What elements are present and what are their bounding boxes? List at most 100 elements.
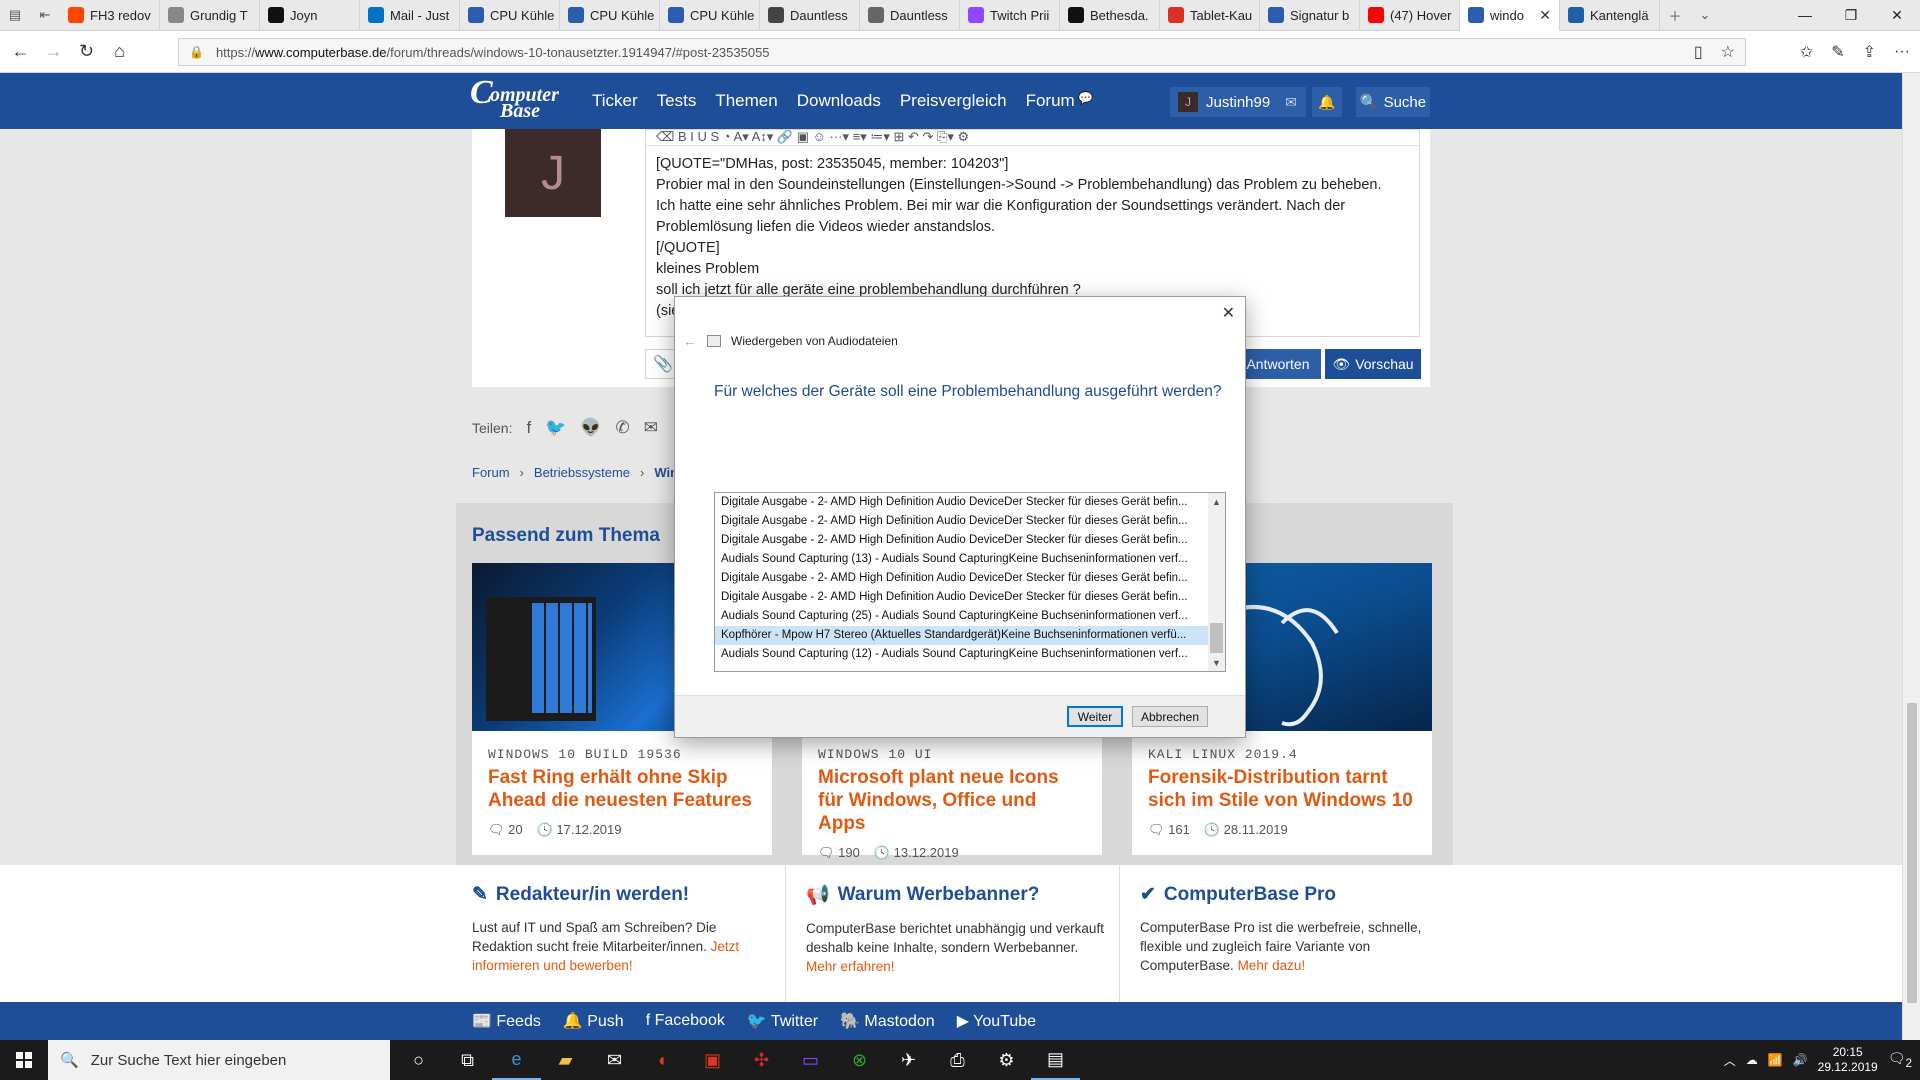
action-center-icon[interactable]: 🗨2 — [1888, 1050, 1912, 1070]
back-arrow-icon[interactable]: ← — [683, 333, 697, 349]
browser-tab[interactable]: (47) Hover — [1360, 0, 1460, 31]
reddit-icon[interactable]: 👽 — [580, 418, 601, 438]
pen-icon[interactable]: ✎ — [1831, 42, 1844, 62]
nav-downloads[interactable]: Downloads — [797, 91, 881, 111]
plane-app-icon[interactable]: ✈ — [884, 1040, 933, 1080]
facebook-icon[interactable]: f — [526, 418, 531, 438]
promo-link[interactable]: Mehr erfahren! — [806, 959, 895, 974]
nav-preisvergleich[interactable]: Preisvergleich — [900, 91, 1007, 111]
footer-link-feeds[interactable]: 📰 Feeds — [472, 1011, 541, 1031]
breadcrumb-betriebssysteme[interactable]: Betriebssysteme — [534, 465, 630, 480]
tab-actions-icon[interactable]: ▤ — [0, 0, 30, 31]
windows-start-icon[interactable] — [0, 1040, 48, 1080]
editor-toolbar[interactable]: ⌫ B I U S ◔ A▾ A↕▾ 🔗 ▣ ☺ ···▾ ≡▾ ≔▾ ⊞ ↶ … — [646, 130, 1419, 146]
browser-tab[interactable]: Grundig T — [160, 0, 260, 31]
browser-tab[interactable]: Mail - Just — [360, 0, 460, 31]
preview-button[interactable]: 👁 Vorschau — [1325, 349, 1421, 379]
printer-app-icon[interactable]: ⎙ — [933, 1040, 982, 1080]
new-tab-icon[interactable]: ＋ — [1660, 0, 1690, 31]
device-list-item[interactable]: Digitale Ausgabe - 2- AMD High Definitio… — [715, 512, 1209, 531]
browser-tab[interactable]: CPU Kühle — [560, 0, 660, 31]
device-list-item[interactable]: Audials Sound Capturing (25) - Audials S… — [715, 607, 1209, 626]
device-list-item[interactable]: Kopfhörer - Mpow H7 Stereo (Aktuelles St… — [715, 626, 1209, 645]
nav-themen[interactable]: Themen — [715, 91, 777, 111]
set-aside-tabs-icon[interactable]: ⇤ — [30, 0, 60, 31]
browser-tab[interactable]: CPU Kühle — [460, 0, 560, 31]
xbox-icon[interactable]: ⊗ — [835, 1040, 884, 1080]
address-bar[interactable]: 🔒 https://www.computerbase.de/forum/thre… — [178, 38, 1746, 66]
browser-tab[interactable]: FH3 redov — [60, 0, 160, 31]
browser-tab[interactable]: Kantenglä — [1560, 0, 1660, 31]
twitter-icon[interactable]: 🐦 — [545, 418, 566, 438]
forward-icon[interactable]: → — [37, 31, 70, 73]
search-button[interactable]: 🔍 Suche — [1356, 87, 1430, 117]
browser-tab[interactable]: Dauntless — [760, 0, 860, 31]
edge-icon[interactable]: e — [492, 1040, 541, 1080]
tab-close-icon[interactable]: ✕ — [1539, 7, 1551, 24]
tab-list-chevron-icon[interactable]: ⌄ — [1690, 0, 1720, 31]
chevron-up-icon[interactable]: ︿ — [1724, 1052, 1736, 1069]
back-icon[interactable]: ← — [4, 31, 37, 73]
file-explorer-icon[interactable]: ▰ — [541, 1040, 590, 1080]
twitch-icon[interactable]: ▭ — [786, 1040, 835, 1080]
device-list-item[interactable]: Digitale Ausgabe - 2- AMD High Definitio… — [715, 531, 1209, 550]
wifi-icon[interactable]: 📶 — [1768, 1053, 1783, 1067]
network-app-icon[interactable]: ✣ — [737, 1040, 786, 1080]
promo-link[interactable]: Mehr dazu! — [1238, 958, 1306, 973]
minimize-icon[interactable]: — — [1782, 0, 1828, 31]
reading-view-icon[interactable]: ▯ — [1694, 42, 1703, 62]
whatsapp-icon[interactable]: ✆ — [616, 418, 630, 438]
browser-tab[interactable]: Joyn — [260, 0, 360, 31]
footer-link-facebook[interactable]: f Facebook — [646, 1012, 725, 1030]
scroll-up-icon[interactable]: ▲ — [1208, 493, 1225, 510]
settings-gear-icon[interactable]: ⚙ — [982, 1040, 1031, 1080]
scrollbar-thumb[interactable] — [1907, 703, 1917, 1003]
taskbar-search[interactable]: 🔍 Zur Suche Text hier eingeben — [48, 1040, 390, 1080]
task-view-icon[interactable]: ⧉ — [443, 1040, 492, 1080]
listbox-scrollbar[interactable]: ▲ ▼ — [1208, 493, 1225, 671]
device-list-item[interactable]: Audials Sound Capturing (13) - Audials S… — [715, 550, 1209, 569]
reply-button[interactable]: Antworten — [1235, 349, 1321, 379]
favorites-icon[interactable]: ✩ — [1800, 42, 1813, 62]
card-title[interactable]: Microsoft plant neue Icons für Windows, … — [818, 766, 1086, 835]
bell-icon[interactable]: 🔔 — [1312, 87, 1342, 117]
device-list-item[interactable]: Digitale Ausgabe - 2- AMD High Definitio… — [715, 588, 1209, 607]
footer-link-twitter[interactable]: 🐦 Twitter — [747, 1011, 818, 1031]
mail-icon[interactable]: ✉ — [1276, 87, 1306, 117]
home-icon[interactable]: ⌂ — [103, 31, 136, 73]
close-window-icon[interactable]: ✕ — [1874, 0, 1920, 31]
scroll-down-icon[interactable]: ▼ — [1208, 654, 1225, 671]
device-listbox[interactable]: Digitale Ausgabe - 2- AMD High Definitio… — [714, 492, 1226, 672]
browser-tab[interactable]: CPU Kühle — [660, 0, 760, 31]
browser-tab[interactable]: windo ✕ — [1460, 0, 1560, 31]
share-icon[interactable]: ⇪ — [1863, 42, 1876, 62]
cancel-button[interactable]: Abbrechen — [1132, 706, 1208, 727]
cortana-icon[interactable]: ○ — [394, 1040, 443, 1080]
card-title[interactable]: Forensik-Distribution tarnt sich im Stil… — [1148, 766, 1416, 812]
footer-link-push[interactable]: 🔔 Push — [563, 1011, 624, 1031]
troubleshooter-task-icon[interactable]: ▤ — [1031, 1040, 1080, 1080]
taskbar-clock[interactable]: 20:15 29.12.2019 — [1818, 1045, 1878, 1075]
device-list-item[interactable]: Digitale Ausgabe - 2- AMD High Definitio… — [715, 493, 1209, 512]
favorite-star-icon[interactable]: ☆ — [1721, 42, 1735, 62]
ccleaner-icon[interactable]: ◐ — [639, 1040, 688, 1080]
nav-forum[interactable]: Forum 💬 — [1026, 91, 1093, 111]
nav-ticker[interactable]: Ticker — [592, 91, 638, 111]
user-menu[interactable]: J Justinh99 — [1170, 87, 1279, 117]
breadcrumb-forum[interactable]: Forum — [472, 465, 510, 480]
onedrive-icon[interactable]: ☁ — [1746, 1053, 1758, 1067]
game-app-icon[interactable]: ▣ — [688, 1040, 737, 1080]
footer-link-youtube[interactable]: ▶ YouTube — [957, 1011, 1036, 1031]
browser-tab[interactable]: Bethesda. — [1060, 0, 1160, 31]
listbox-scroll-thumb[interactable] — [1210, 623, 1223, 653]
email-icon[interactable]: ✉ — [644, 418, 658, 438]
browser-tab[interactable]: Signatur b — [1260, 0, 1360, 31]
card-title[interactable]: Fast Ring erhält ohne Skip Ahead die neu… — [488, 766, 756, 812]
browser-tab[interactable]: Tablet-Kau — [1160, 0, 1260, 31]
nav-tests[interactable]: Tests — [657, 91, 697, 111]
refresh-icon[interactable]: ↻ — [70, 31, 103, 73]
computerbase-logo[interactable]: Computer Base — [470, 76, 570, 122]
next-button[interactable]: Weiter — [1067, 706, 1123, 727]
page-scrollbar[interactable] — [1902, 73, 1920, 1040]
device-list-item[interactable]: Audials Sound Capturing (12) - Audials S… — [715, 645, 1209, 664]
